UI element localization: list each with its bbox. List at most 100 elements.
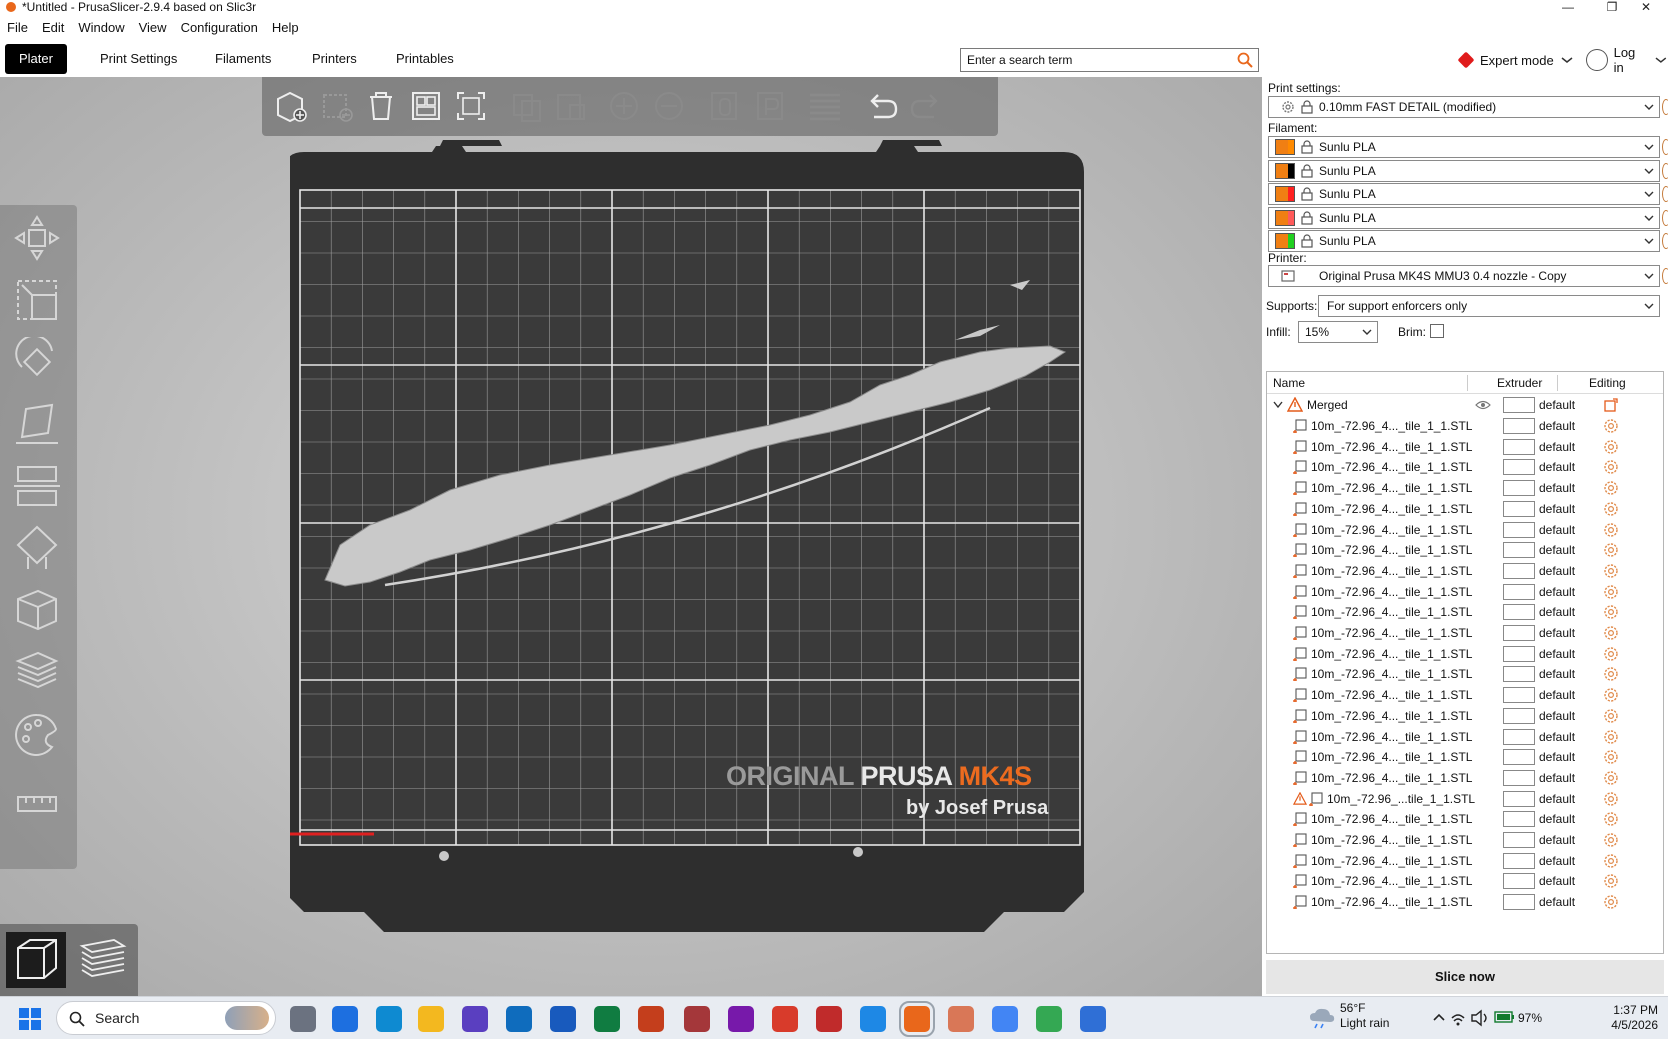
- cut-icon[interactable]: [12, 461, 62, 511]
- search-input[interactable]: [967, 52, 1227, 68]
- extruder-color-box[interactable]: [1503, 707, 1535, 724]
- redo-icon[interactable]: [908, 87, 946, 125]
- object-list-part-row[interactable]: 10m_-72.96_4..._tile_1_1.STL default: [1267, 870, 1663, 892]
- mode-selector[interactable]: Expert mode: [1457, 50, 1574, 70]
- mmu-painting-icon[interactable]: [12, 709, 62, 759]
- layer-editing-icon[interactable]: [806, 87, 844, 125]
- extruder-color-box[interactable]: [1503, 583, 1535, 600]
- object-list-part-row[interactable]: 10m_-72.96_4..._tile_1_1.STL default: [1267, 705, 1663, 727]
- menu-edit[interactable]: Edit: [35, 20, 71, 35]
- access-icon[interactable]: [684, 1006, 710, 1032]
- menu-help[interactable]: Help: [265, 20, 306, 35]
- 3d-viewport[interactable]: ORIGINAL PRUSA MK4S by Josef Prusa: [0, 77, 1262, 996]
- app-l-icon[interactable]: [772, 1006, 798, 1032]
- edit-object-icon[interactable]: [1603, 397, 1619, 413]
- extruder-value[interactable]: default: [1539, 605, 1575, 619]
- column-name[interactable]: Name: [1273, 376, 1305, 390]
- extruder-color-box[interactable]: [1503, 604, 1535, 621]
- extruder-value[interactable]: default: [1539, 626, 1575, 640]
- object-list-part-row[interactable]: 10m_-72.96_4..._tile_1_1.STL default: [1267, 643, 1663, 665]
- object-list-part-row[interactable]: 10m_-72.96_4..._tile_1_1.STL default: [1267, 456, 1663, 478]
- object-list-part-row[interactable]: 10m_-72.96_4..._tile_1_1.STL default: [1267, 726, 1663, 748]
- extruder-color-box[interactable]: [1503, 645, 1535, 662]
- copy-icon[interactable]: [508, 87, 546, 125]
- extruder-value[interactable]: default: [1539, 792, 1575, 806]
- filament-edit-icon[interactable]: [1662, 209, 1668, 226]
- extruder-color-box[interactable]: [1503, 418, 1535, 434]
- eye-icon[interactable]: [1475, 399, 1491, 411]
- extruder-value[interactable]: default: [1539, 750, 1575, 764]
- chrome-profile-icon[interactable]: [1036, 1006, 1062, 1032]
- extruder-value[interactable]: default: [1539, 771, 1575, 785]
- extruder-value[interactable]: default: [1539, 502, 1575, 516]
- extruder-value[interactable]: default: [1539, 895, 1575, 909]
- extruder-value[interactable]: default: [1539, 523, 1575, 537]
- paste-icon[interactable]: [552, 87, 590, 125]
- part-settings-gear-icon[interactable]: [1603, 584, 1619, 600]
- excel-icon[interactable]: [594, 1006, 620, 1032]
- column-editing[interactable]: Editing: [1589, 376, 1626, 390]
- printer-combo[interactable]: Original Prusa MK4S MMU3 0.4 nozzle - Co…: [1268, 265, 1660, 287]
- part-settings-gear-icon[interactable]: [1603, 666, 1619, 682]
- extruder-value[interactable]: default: [1539, 398, 1575, 412]
- filament-combo-5[interactable]: Sunlu PLA: [1268, 230, 1660, 252]
- undo-icon[interactable]: [862, 87, 900, 125]
- measure-icon[interactable]: [12, 779, 62, 829]
- claude-icon[interactable]: [948, 1006, 974, 1032]
- menu-view[interactable]: View: [132, 20, 174, 35]
- object-list-part-row[interactable]: 10m_-72.96_4..._tile_1_1.STL default: [1267, 477, 1663, 499]
- object-list-part-row[interactable]: 10m_-72.96_4..._tile_1_1.STL default: [1267, 808, 1663, 830]
- split-objects-icon[interactable]: [706, 87, 744, 125]
- extruder-color-box[interactable]: [1503, 728, 1535, 745]
- object-list-part-row[interactable]: 10m_-72.96_4..._tile_1_1.STL default: [1267, 663, 1663, 685]
- filament-color-swatch[interactable]: [1275, 209, 1295, 226]
- object-list-part-row[interactable]: 10m_-72.96_4..._tile_1_1.STL default: [1267, 601, 1663, 623]
- filament-edit-icon[interactable]: [1662, 233, 1668, 249]
- part-settings-gear-icon[interactable]: [1603, 687, 1619, 703]
- close-button[interactable]: ✕: [1624, 0, 1668, 14]
- extruder-color-box[interactable]: [1503, 687, 1535, 704]
- printer-edit-icon[interactable]: [1662, 268, 1668, 284]
- object-list-part-row[interactable]: 10m_-72.96_4..._tile_1_1.STL default: [1267, 415, 1663, 437]
- extruder-color-box[interactable]: [1503, 542, 1535, 559]
- search-icon[interactable]: [1236, 51, 1254, 69]
- prusaslicer-taskbar-icon[interactable]: [899, 1001, 935, 1037]
- part-settings-gear-icon[interactable]: [1603, 604, 1619, 620]
- part-settings-gear-icon[interactable]: [1603, 439, 1619, 455]
- extruder-value[interactable]: default: [1539, 667, 1575, 681]
- filament-color-swatch[interactable]: [1275, 233, 1295, 249]
- delete-object-icon[interactable]: [318, 87, 356, 125]
- extruder-color-box[interactable]: [1503, 894, 1535, 911]
- part-settings-gear-icon[interactable]: [1603, 811, 1619, 827]
- filament-combo-1[interactable]: Sunlu PLA: [1268, 136, 1660, 158]
- part-settings-gear-icon[interactable]: [1603, 708, 1619, 724]
- extruder-color-box[interactable]: [1503, 852, 1535, 869]
- object-list-part-row[interactable]: 10m_-72.96_4..._tile_1_1.STL default: [1267, 436, 1663, 458]
- tab-plater[interactable]: Plater: [5, 44, 67, 74]
- part-settings-gear-icon[interactable]: [1603, 522, 1619, 538]
- chrome-icon[interactable]: [992, 1006, 1018, 1032]
- menu-window[interactable]: Window: [71, 20, 131, 35]
- tab-print-settings[interactable]: Print Settings: [86, 44, 191, 74]
- object-list-part-row[interactable]: 10m_-72.96_4..._tile_1_1.STL default: [1267, 684, 1663, 706]
- outlook-icon[interactable]: [506, 1006, 532, 1032]
- print-settings-edit-icon[interactable]: [1662, 99, 1668, 115]
- extruder-color-box[interactable]: [1503, 832, 1535, 848]
- filament-combo-3[interactable]: Sunlu PLA: [1268, 183, 1660, 205]
- object-list-part-row[interactable]: 10m_-72.96_4..._tile_1_1.STL default: [1267, 622, 1663, 644]
- part-settings-gear-icon[interactable]: [1603, 791, 1619, 807]
- object-list-part-row[interactable]: 10m_-72.96_4..._tile_1_1.STL default: [1267, 767, 1663, 789]
- filament-color-swatch[interactable]: [1275, 139, 1295, 155]
- extruder-value[interactable]: default: [1539, 709, 1575, 723]
- object-list-part-row[interactable]: 10m_-72.96_4..._tile_1_1.STL default: [1267, 746, 1663, 768]
- object-list-part-row[interactable]: 10m_-72.96_4..._tile_1_1.STL default: [1267, 581, 1663, 603]
- extruder-value[interactable]: default: [1539, 688, 1575, 702]
- tab-printables[interactable]: Printables: [382, 44, 468, 74]
- menu-file[interactable]: File: [0, 20, 35, 35]
- extruder-value[interactable]: default: [1539, 585, 1575, 599]
- object-list-part-row[interactable]: 10m_-72.96_4..._tile_1_1.STL default: [1267, 498, 1663, 520]
- extruder-value[interactable]: default: [1539, 730, 1575, 744]
- rotate-icon[interactable]: [12, 337, 62, 387]
- extruder-color-box[interactable]: [1503, 459, 1535, 476]
- filament-edit-icon[interactable]: [1662, 186, 1668, 202]
